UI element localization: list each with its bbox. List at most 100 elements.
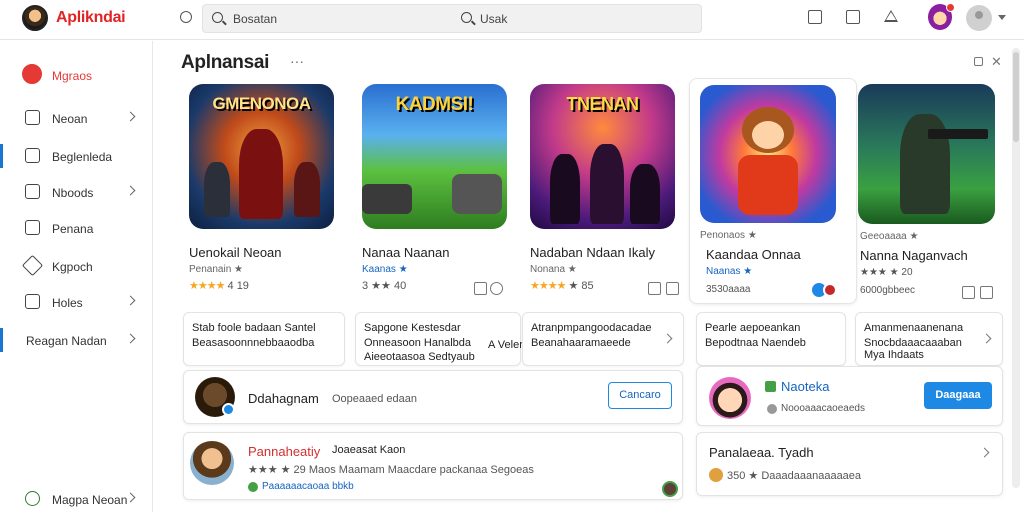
- page-title: Aplnansai: [181, 52, 270, 73]
- scrollbar-thumb[interactable]: [1013, 52, 1019, 142]
- brand-name[interactable]: Aplikndai: [56, 9, 126, 27]
- featured-subtitle: ★★★ ★ 29 Maos Maamam Maacdare packanaa S…: [248, 464, 534, 476]
- app-rating: ★★★★ 4 19: [189, 279, 249, 292]
- add-icon[interactable]: [962, 286, 975, 299]
- app-badge-icon: [823, 283, 837, 297]
- promo-tag: A Veler: [488, 339, 523, 351]
- app-card[interactable]: Geeoaaaa ★ Nanna Naganvach ★★★ ★ 20 6000…: [852, 80, 1020, 302]
- add-icon[interactable]: [648, 282, 661, 295]
- share-icon[interactable]: [666, 282, 679, 295]
- promo-card[interactable]: Sapgone Kestesdar Onneasoon Hanalbda Aie…: [355, 312, 523, 366]
- featured-row[interactable]: Naoteka Noooaaacaoeaeds Daagaaa: [696, 366, 1003, 426]
- promo-card[interactable]: Pearle aepoeankan Bepodtnaa Naendeb: [696, 312, 846, 366]
- edit-icon[interactable]: [808, 10, 822, 24]
- profile-icon[interactable]: [966, 5, 992, 31]
- app-rating-line: ★★★ ★ 20: [860, 267, 913, 278]
- character-silhouette: [550, 154, 580, 224]
- brand-logo-icon[interactable]: [22, 5, 48, 31]
- scrollbar[interactable]: [1012, 48, 1020, 488]
- chevron-right-icon[interactable]: [662, 333, 673, 344]
- search-input[interactable]: Bosatan: [233, 12, 277, 26]
- app-thumbnail[interactable]: [700, 85, 836, 223]
- sidebar-item-label: Kgpoch: [52, 260, 93, 274]
- notification-icon[interactable]: [884, 10, 898, 22]
- search-submit-icon[interactable]: [461, 12, 472, 23]
- app-developer: Nonana ★: [530, 264, 577, 275]
- character-face: [752, 121, 784, 149]
- sidebar-item-nboods[interactable]: Nboods: [0, 177, 152, 207]
- sidebar: Mgraos Neoan Beglenleda Nboods Penana Kg…: [0, 41, 153, 512]
- sidebar-item-label: Neoan: [52, 112, 88, 126]
- promo-subtitle: Snocbdaaacaaaban: [864, 337, 962, 349]
- info-icon: [767, 404, 777, 414]
- search-bar[interactable]: Bosatan Usak: [202, 4, 702, 33]
- chevron-down-icon[interactable]: [998, 15, 1006, 20]
- rating-value: ★ 85: [568, 280, 594, 292]
- close-icon[interactable]: ✕: [991, 54, 1002, 70]
- sidebar-item-neoan[interactable]: Neoan: [0, 103, 152, 133]
- share-icon[interactable]: [490, 282, 503, 295]
- promo-card[interactable]: Atranpmpangoodacadae Beanahaaramaeede: [522, 312, 684, 366]
- more-options-icon[interactable]: ···: [290, 53, 304, 69]
- app-badge-icon: [662, 481, 678, 497]
- sidebar-item-label: Nboods: [52, 186, 94, 200]
- promo-card[interactable]: Amanmenaanenana Snocbdaaacaaaban Mya Ihd…: [855, 312, 1003, 366]
- featured-title: Naoteka: [781, 379, 830, 394]
- featured-title: Pannaheatiy: [248, 444, 321, 459]
- character-figure: [239, 129, 283, 219]
- character-body: [738, 155, 798, 215]
- add-icon[interactable]: [474, 282, 487, 295]
- home-icon[interactable]: [180, 11, 192, 23]
- chevron-right-icon[interactable]: [979, 447, 990, 458]
- download-icon[interactable]: [846, 10, 860, 24]
- featured-row[interactable]: Panalaeaa. Tyadh 350 ★ Daaadaaanaaaaaea: [696, 432, 1003, 496]
- sidebar-item-home[interactable]: Mgraos: [0, 60, 152, 90]
- app-card[interactable]: KADMSI! Nanaa Naanan Kaanas ★ 3 ★★ 40: [354, 80, 522, 302]
- app-card[interactable]: TNENAN Nadaban Ndaan Ikaly Nonana ★ ★★★★…: [522, 80, 690, 302]
- active-indicator: [0, 144, 3, 168]
- sidebar-item-label: Holes: [52, 296, 83, 310]
- top-bar: Aplikndai Bosatan Usak: [0, 0, 1024, 40]
- sidebar-item-magpa-neoan[interactable]: Magpa Neoan: [0, 484, 152, 512]
- sidebar-item-label: Magpa Neoan: [52, 493, 128, 507]
- active-indicator: [0, 328, 3, 352]
- weapon-shape: [928, 129, 988, 139]
- share-icon[interactable]: [980, 286, 993, 299]
- verified-badge-icon: [222, 403, 235, 416]
- app-rating: ★★★★ ★ 85: [530, 279, 594, 292]
- app-card[interactable]: GMENONOA Uenokail Neoan Penanain ★ ★★★★ …: [181, 80, 349, 302]
- install-button[interactable]: Daagaaa: [924, 382, 992, 409]
- status-dot-icon: [248, 482, 258, 492]
- promo-title: Stab foole badaan Santel: [192, 322, 316, 334]
- app-card-highlighted[interactable]: Penonaos ★ Kaandaa Onnaa Naanas ★ 3530aa…: [689, 78, 857, 304]
- app-name: Kaandaa Onnaa: [706, 247, 801, 262]
- featured-row[interactable]: Ddahagnam Oopeaaed edaan Cancaro: [183, 370, 683, 424]
- app-thumbnail[interactable]: [858, 84, 995, 224]
- featured-row[interactable]: Pannaheatiy Joaeasat Kaon ★★★ ★ 29 Maos …: [183, 432, 683, 500]
- promo-subtitle: Beasasoonnnebbaaodba: [192, 337, 315, 349]
- featured-subtitle: 350 ★ Daaadaaanaaaaaea: [727, 470, 862, 482]
- cancel-button[interactable]: Cancaro: [608, 382, 672, 409]
- sidebar-item-penana[interactable]: Penana: [0, 213, 152, 243]
- sidebar-item-reagan-nadan[interactable]: Reagan Nadan: [0, 325, 152, 355]
- app-thumbnail[interactable]: GMENONOA: [189, 84, 334, 229]
- chevron-right-icon[interactable]: [981, 333, 992, 344]
- promo-subtitle: Aieeotaasoa Sedtyaub: [364, 351, 475, 363]
- star-rating: ★★★★: [189, 280, 225, 292]
- app-rating: 3 ★★ 40: [362, 280, 407, 292]
- app-thumbnail[interactable]: TNENAN: [530, 84, 675, 229]
- app-thumbnail[interactable]: KADMSI!: [362, 84, 507, 229]
- sidebar-item-beglenleda[interactable]: Beglenleda: [0, 141, 152, 171]
- chart-icon: [25, 294, 40, 309]
- promo-card[interactable]: Stab foole badaan Santel Beasasoonnnebba…: [183, 312, 345, 366]
- thumbnail-title: TNENAN: [566, 94, 640, 114]
- featured-title: Ddahagnam: [248, 391, 319, 406]
- tag-icon: [21, 254, 44, 277]
- character-silhouette: [630, 164, 660, 224]
- app-rating: 6000gbbeec: [860, 285, 916, 296]
- sidebar-item-holes[interactable]: Holes: [0, 287, 152, 317]
- sidebar-item-kgpoch[interactable]: Kgpoch: [0, 251, 152, 281]
- expand-icon[interactable]: [974, 57, 983, 66]
- featured-link[interactable]: Paaaaaacaoaa bbkb: [262, 481, 354, 492]
- featured-title: Panalaeaa. Tyadh: [709, 445, 814, 460]
